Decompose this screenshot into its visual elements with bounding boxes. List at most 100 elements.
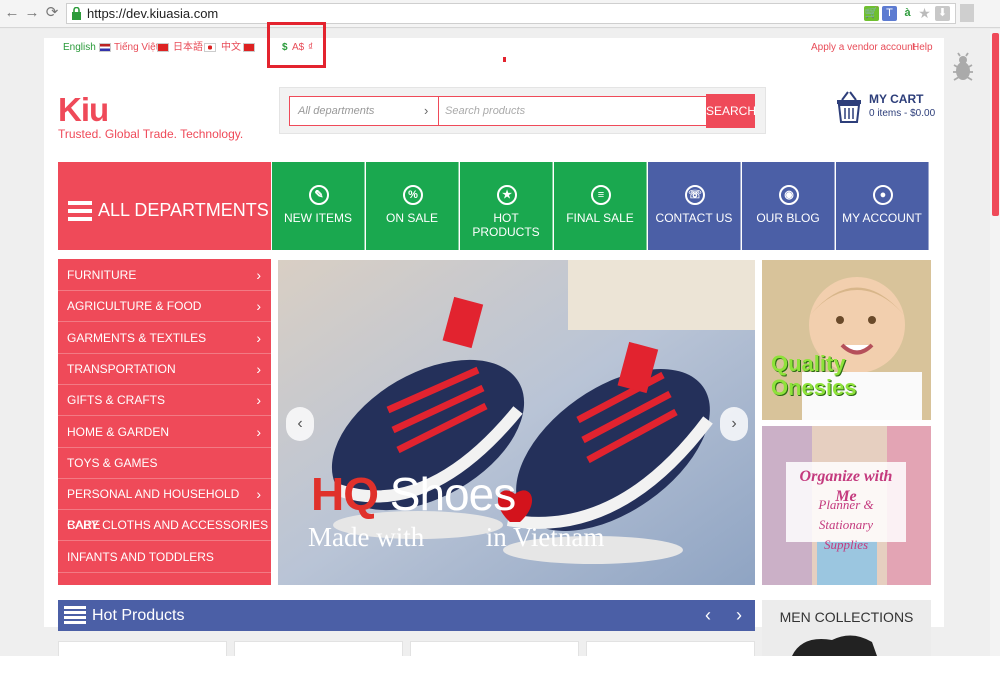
list-icon xyxy=(64,606,86,624)
sidebar-item-label: GIFTS & CRAFTS xyxy=(67,393,166,408)
forward-icon[interactable]: → xyxy=(24,4,40,22)
sidebar-item-label: TOYS & GAMES xyxy=(67,455,158,470)
chevron-right-icon: › xyxy=(256,360,261,377)
currency-vnd[interactable]: ₫ xyxy=(308,41,313,55)
nav-tab-label: FINAL SALE xyxy=(566,211,634,225)
currency-aud[interactable]: A$ xyxy=(292,41,304,55)
sidebar-item[interactable]: HOME & GARDEN › xyxy=(58,417,271,448)
sidebar-item-label: TRANSPORTATION xyxy=(67,361,176,376)
address-bar[interactable]: https://dev.kiuasia.com 🛒 T à ★ ⬇ xyxy=(66,3,956,24)
bug-icon[interactable] xyxy=(951,52,975,84)
product-card[interactable] xyxy=(58,641,227,656)
lang-japanese[interactable]: 日本語 xyxy=(173,41,203,55)
chevron-right-icon: › xyxy=(256,298,261,315)
sidebar-item-label: INFANTS AND TODDLERS xyxy=(67,549,214,564)
product-card[interactable] xyxy=(586,641,755,656)
search-input[interactable] xyxy=(438,96,706,126)
help-link[interactable]: Help xyxy=(912,41,933,55)
nav-tab-my-account[interactable]: ● MY ACCOUNT xyxy=(836,162,929,250)
nav-tab-icon: ● xyxy=(873,185,893,205)
lang-chinese[interactable]: 中文 xyxy=(221,41,241,55)
vn-flag-icon xyxy=(157,43,169,52)
reload-icon[interactable]: ⟳ xyxy=(44,4,60,22)
nav-tab-our-blog[interactable]: ◉ OUR BLOG xyxy=(742,162,835,250)
download-icon[interactable]: ⬇ xyxy=(935,6,950,21)
all-departments-label: ALL DEPARTMENTS xyxy=(98,200,269,220)
nav-tab-icon: ◉ xyxy=(779,185,799,205)
nav-tab-final-sale[interactable]: ≡ FINAL SALE xyxy=(554,162,647,250)
cart-summary[interactable]: 0 items - $0.00 xyxy=(869,108,935,120)
hot-products-next-button[interactable]: › xyxy=(736,604,742,626)
lang-vietnamese[interactable]: Tiếng Việt xyxy=(114,41,158,55)
chevron-right-icon: › xyxy=(256,423,261,440)
sidebar-item[interactable]: AGRICULTURE & FOOD › xyxy=(58,291,271,323)
site-logo[interactable]: Kiu xyxy=(58,92,109,128)
apply-vendor-link[interactable]: Apply a vendor account xyxy=(811,41,916,55)
hot-products-title: Hot Products xyxy=(92,607,185,624)
lang-english[interactable]: English xyxy=(63,41,96,55)
nav-tab-label: HOT PRODUCTS xyxy=(472,211,540,239)
jp-flag-icon xyxy=(204,43,216,52)
chevron-right-icon: › xyxy=(256,267,261,283)
nav-tab-new-items[interactable]: ✎ NEW ITEMS xyxy=(272,162,365,250)
search-button[interactable]: SEARCH xyxy=(706,94,756,128)
nav-tab-label: NEW ITEMS xyxy=(284,211,352,225)
sidebar-item[interactable]: GIFTS & CRAFTS › xyxy=(58,385,271,417)
vietnamese-extension-icon[interactable]: à xyxy=(900,6,915,21)
promo-onesies-text: Quality Onesies xyxy=(771,352,857,400)
sidebar-item[interactable]: TOYS & GAMES xyxy=(58,448,271,479)
nav-tab-label: ON SALE xyxy=(385,211,439,225)
product-card[interactable] xyxy=(234,641,403,656)
nav-tab-label: CONTACT US xyxy=(655,211,733,225)
sidebar-item[interactable]: PERSONAL AND HOUSEHOLD CARE › xyxy=(58,479,271,532)
cart-title[interactable]: MY CART xyxy=(869,92,923,106)
currency-usd[interactable]: $ xyxy=(282,41,288,55)
chevron-right-icon: › xyxy=(256,392,261,409)
promo-stationery-line2: Planner & Stationary xyxy=(818,497,874,532)
banner-hq: HQ xyxy=(311,468,379,520)
banner-prev-button[interactable]: ‹ xyxy=(286,407,314,441)
hot-products-prev-button[interactable]: ‹ xyxy=(705,604,711,626)
product-card[interactable] xyxy=(410,641,579,656)
promo-stationery-lines: Planner & Stationary Supplies xyxy=(790,495,902,555)
browser-menu-icon[interactable] xyxy=(960,4,974,22)
nav-tab-label: OUR BLOG xyxy=(756,211,820,225)
sidebar-item[interactable]: INFANTS AND TODDLERS xyxy=(58,542,271,573)
star-icon[interactable]: ★ xyxy=(917,6,932,21)
nav-tab-icon: ≡ xyxy=(591,185,611,205)
banner-shoes: Shoes xyxy=(389,468,516,520)
sidebar-item[interactable]: FURNITURE › xyxy=(58,260,271,291)
nav-tab-contact-us[interactable]: ☏ CONTACT US xyxy=(648,162,741,250)
banner-made-with: Made with xyxy=(308,522,425,552)
chevron-right-icon: › xyxy=(256,486,261,503)
scrollbar-thumb[interactable] xyxy=(992,33,999,216)
cn-flag-icon xyxy=(243,43,255,52)
us-flag-icon xyxy=(99,43,111,52)
sidebar-item-label: FURNITURE xyxy=(67,268,137,282)
nav-tab-icon: ★ xyxy=(497,185,517,205)
sidebar-item[interactable]: TRANSPORTATION › xyxy=(58,354,271,385)
nav-tab-icon: ☏ xyxy=(685,185,705,205)
sidebar-item[interactable]: GARMENTS & TEXTILES › xyxy=(58,323,271,354)
nav-tab-hot-products[interactable]: ★ HOT PRODUCTS xyxy=(460,162,553,250)
department-select[interactable]: All departments xyxy=(289,96,438,126)
nav-tab-on-sale[interactable]: % ON SALE xyxy=(366,162,459,250)
sidebar-item[interactable]: BABY CLOTHS AND ACCESSORIES xyxy=(58,510,271,542)
cart-icon[interactable] xyxy=(836,90,862,124)
men-collections-title: MEN COLLECTIONS xyxy=(779,609,914,625)
translate-extension-icon[interactable]: T xyxy=(882,6,897,21)
promo-onesies-line2: Onesies xyxy=(771,375,857,400)
banner-next-button[interactable]: › xyxy=(720,407,748,441)
banner-subline: Made with in Vietnam xyxy=(308,522,604,552)
nav-tab-label: MY ACCOUNT xyxy=(842,211,922,225)
banner-headline: HQ Shoes xyxy=(311,468,516,520)
promo-stationery-line3: Supplies xyxy=(823,537,869,552)
window-bottom xyxy=(0,656,1000,695)
banner-in-vietnam: in Vietnam xyxy=(485,522,605,552)
chevron-right-icon: › xyxy=(424,103,429,118)
sidebar-item-label: BABY CLOTHS AND ACCESSORIES xyxy=(67,518,269,533)
cart-extension-icon[interactable]: 🛒 xyxy=(864,6,879,21)
back-icon[interactable]: ← xyxy=(4,4,20,22)
sidebar-item-label: HOME & GARDEN xyxy=(67,424,170,439)
site-tagline: Trusted. Global Trade. Technology. xyxy=(58,127,244,141)
